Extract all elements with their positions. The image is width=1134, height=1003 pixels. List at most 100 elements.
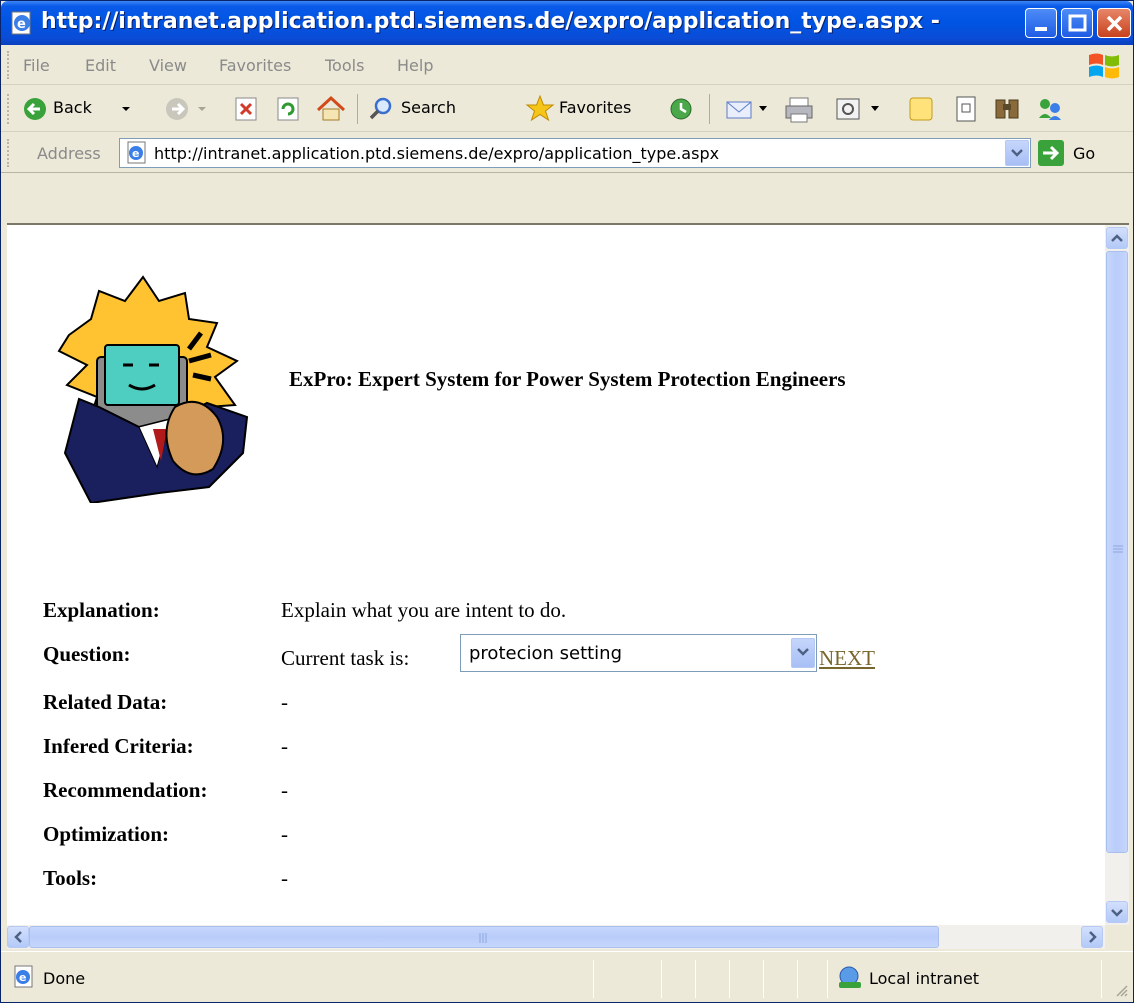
related-data-value: - [281, 690, 288, 714]
local-intranet-icon [839, 966, 861, 988]
svg-text:e: e [19, 971, 26, 984]
edit-button[interactable] [829, 86, 889, 132]
mail-button[interactable] [721, 86, 777, 132]
chevron-right-icon [1089, 931, 1097, 943]
scroll-up-button[interactable] [1106, 227, 1128, 249]
windows-logo [1081, 49, 1125, 83]
minimize-button[interactable] [1025, 8, 1057, 38]
search-label: Search [401, 98, 456, 117]
history-icon [670, 98, 692, 120]
messenger-button[interactable] [1031, 86, 1067, 132]
discuss-note-icon [909, 97, 933, 121]
favorites-label: Favorites [559, 98, 632, 117]
optimization-value: - [281, 822, 288, 846]
back-dropdown-icon[interactable] [121, 104, 131, 114]
menu-grip [7, 51, 11, 79]
go-button[interactable]: Go [1037, 139, 1127, 167]
menu-help[interactable]: Help [397, 56, 433, 75]
recommendation-label: Recommendation: [43, 778, 208, 802]
home-icon [316, 95, 346, 121]
scroll-down-button[interactable] [1106, 901, 1128, 923]
discuss-button[interactable] [903, 86, 939, 132]
page-title: ExPro: Expert System for Power System Pr… [289, 367, 846, 391]
ie-page-icon: e [11, 11, 31, 35]
related-data-label: Related Data: [43, 690, 168, 714]
go-label: Go [1073, 144, 1096, 163]
forward-arrow-icon [166, 98, 188, 120]
scroll-right-button[interactable] [1081, 926, 1103, 948]
tools-label: Tools: [43, 866, 98, 890]
standard-toolbar: Back Search Favorites [1, 86, 1133, 132]
menu-favorites[interactable]: Favorites [219, 56, 291, 75]
chevron-down-icon [1011, 149, 1023, 157]
minimize-icon [1035, 27, 1047, 31]
menu-file[interactable]: File [23, 56, 50, 75]
scroll-left-button[interactable] [7, 926, 29, 948]
search-icon [369, 97, 392, 120]
print-button[interactable] [781, 86, 819, 132]
status-divider [729, 960, 730, 998]
forward-button[interactable] [161, 86, 221, 132]
messenger-icon [1039, 99, 1061, 120]
windows-flag-icon [1089, 53, 1119, 79]
address-input[interactable]: e http://intranet.application.ptd.siemen… [119, 138, 1031, 168]
toolbar-grip [7, 94, 11, 124]
vertical-scroll-thumb[interactable] [1106, 251, 1128, 853]
status-bar: e Done Local intranet [1, 951, 1133, 1002]
question-prompt: Current task is: [281, 646, 410, 670]
refresh-button[interactable] [271, 86, 305, 132]
menu-edit[interactable]: Edit [85, 56, 116, 75]
address-label: Address [37, 144, 101, 163]
address-dropdown-button[interactable] [1005, 140, 1029, 166]
edit-page-icon [836, 98, 879, 120]
status-text: Done [43, 969, 86, 988]
tools-value: - [281, 866, 288, 890]
infered-criteria-label: Infered Criteria: [43, 734, 194, 758]
toolbar-separator [709, 94, 710, 124]
resize-grip-icon[interactable] [1113, 982, 1129, 998]
task-dropdown-button[interactable] [791, 638, 815, 668]
status-divider [827, 960, 828, 998]
chevron-left-icon [14, 931, 22, 943]
mail-icon [726, 101, 767, 119]
status-divider [763, 960, 764, 998]
next-link[interactable]: NEXT [819, 646, 875, 671]
explanation-value: Explain what you are intent to do. [281, 598, 567, 622]
close-button[interactable] [1097, 8, 1131, 38]
window-title: http://intranet.application.ptd.siemens.… [41, 9, 941, 34]
back-label: Back [53, 98, 92, 117]
favorites-star-icon [525, 94, 555, 122]
svg-text:e: e [17, 17, 26, 32]
status-divider [1101, 960, 1102, 998]
title-bar[interactable]: e http://intranet.application.ptd.siemen… [1, 1, 1133, 45]
current-task-select[interactable]: protecion setting [460, 634, 817, 672]
back-button[interactable]: Back [19, 86, 149, 132]
history-button[interactable] [663, 86, 699, 132]
stop-button[interactable] [229, 86, 263, 132]
favorites-button[interactable]: Favorites [523, 86, 653, 132]
toolbar-separator [357, 94, 358, 124]
menu-view[interactable]: View [149, 56, 187, 75]
close-icon [1106, 15, 1123, 32]
grip-icon [479, 933, 487, 943]
research-button[interactable] [947, 86, 983, 132]
infered-criteria-value: - [281, 734, 288, 758]
explanation-label: Explanation: [43, 598, 160, 622]
address-bar: Address e http://intranet.application.pt… [1, 133, 1133, 173]
browser-window: e http://intranet.application.ptd.siemen… [0, 0, 1134, 1003]
horizontal-scroll-thumb[interactable] [29, 926, 939, 948]
ie-page-icon: e [14, 965, 33, 988]
search-button[interactable]: Search [363, 86, 513, 132]
menu-bar: File Edit View Favorites Tools Help [1, 45, 1133, 85]
go-arrow-icon [1038, 140, 1064, 166]
status-divider [797, 960, 798, 998]
research-page-icon [956, 96, 976, 122]
maximize-button[interactable] [1061, 8, 1093, 38]
chevron-down-icon [797, 648, 809, 656]
stop-icon [235, 97, 257, 121]
svg-text:e: e [132, 147, 139, 160]
binoculars-icon [995, 99, 1019, 119]
menu-tools[interactable]: Tools [325, 56, 364, 75]
binoculars-button[interactable] [989, 86, 1025, 132]
home-button[interactable] [313, 86, 349, 132]
